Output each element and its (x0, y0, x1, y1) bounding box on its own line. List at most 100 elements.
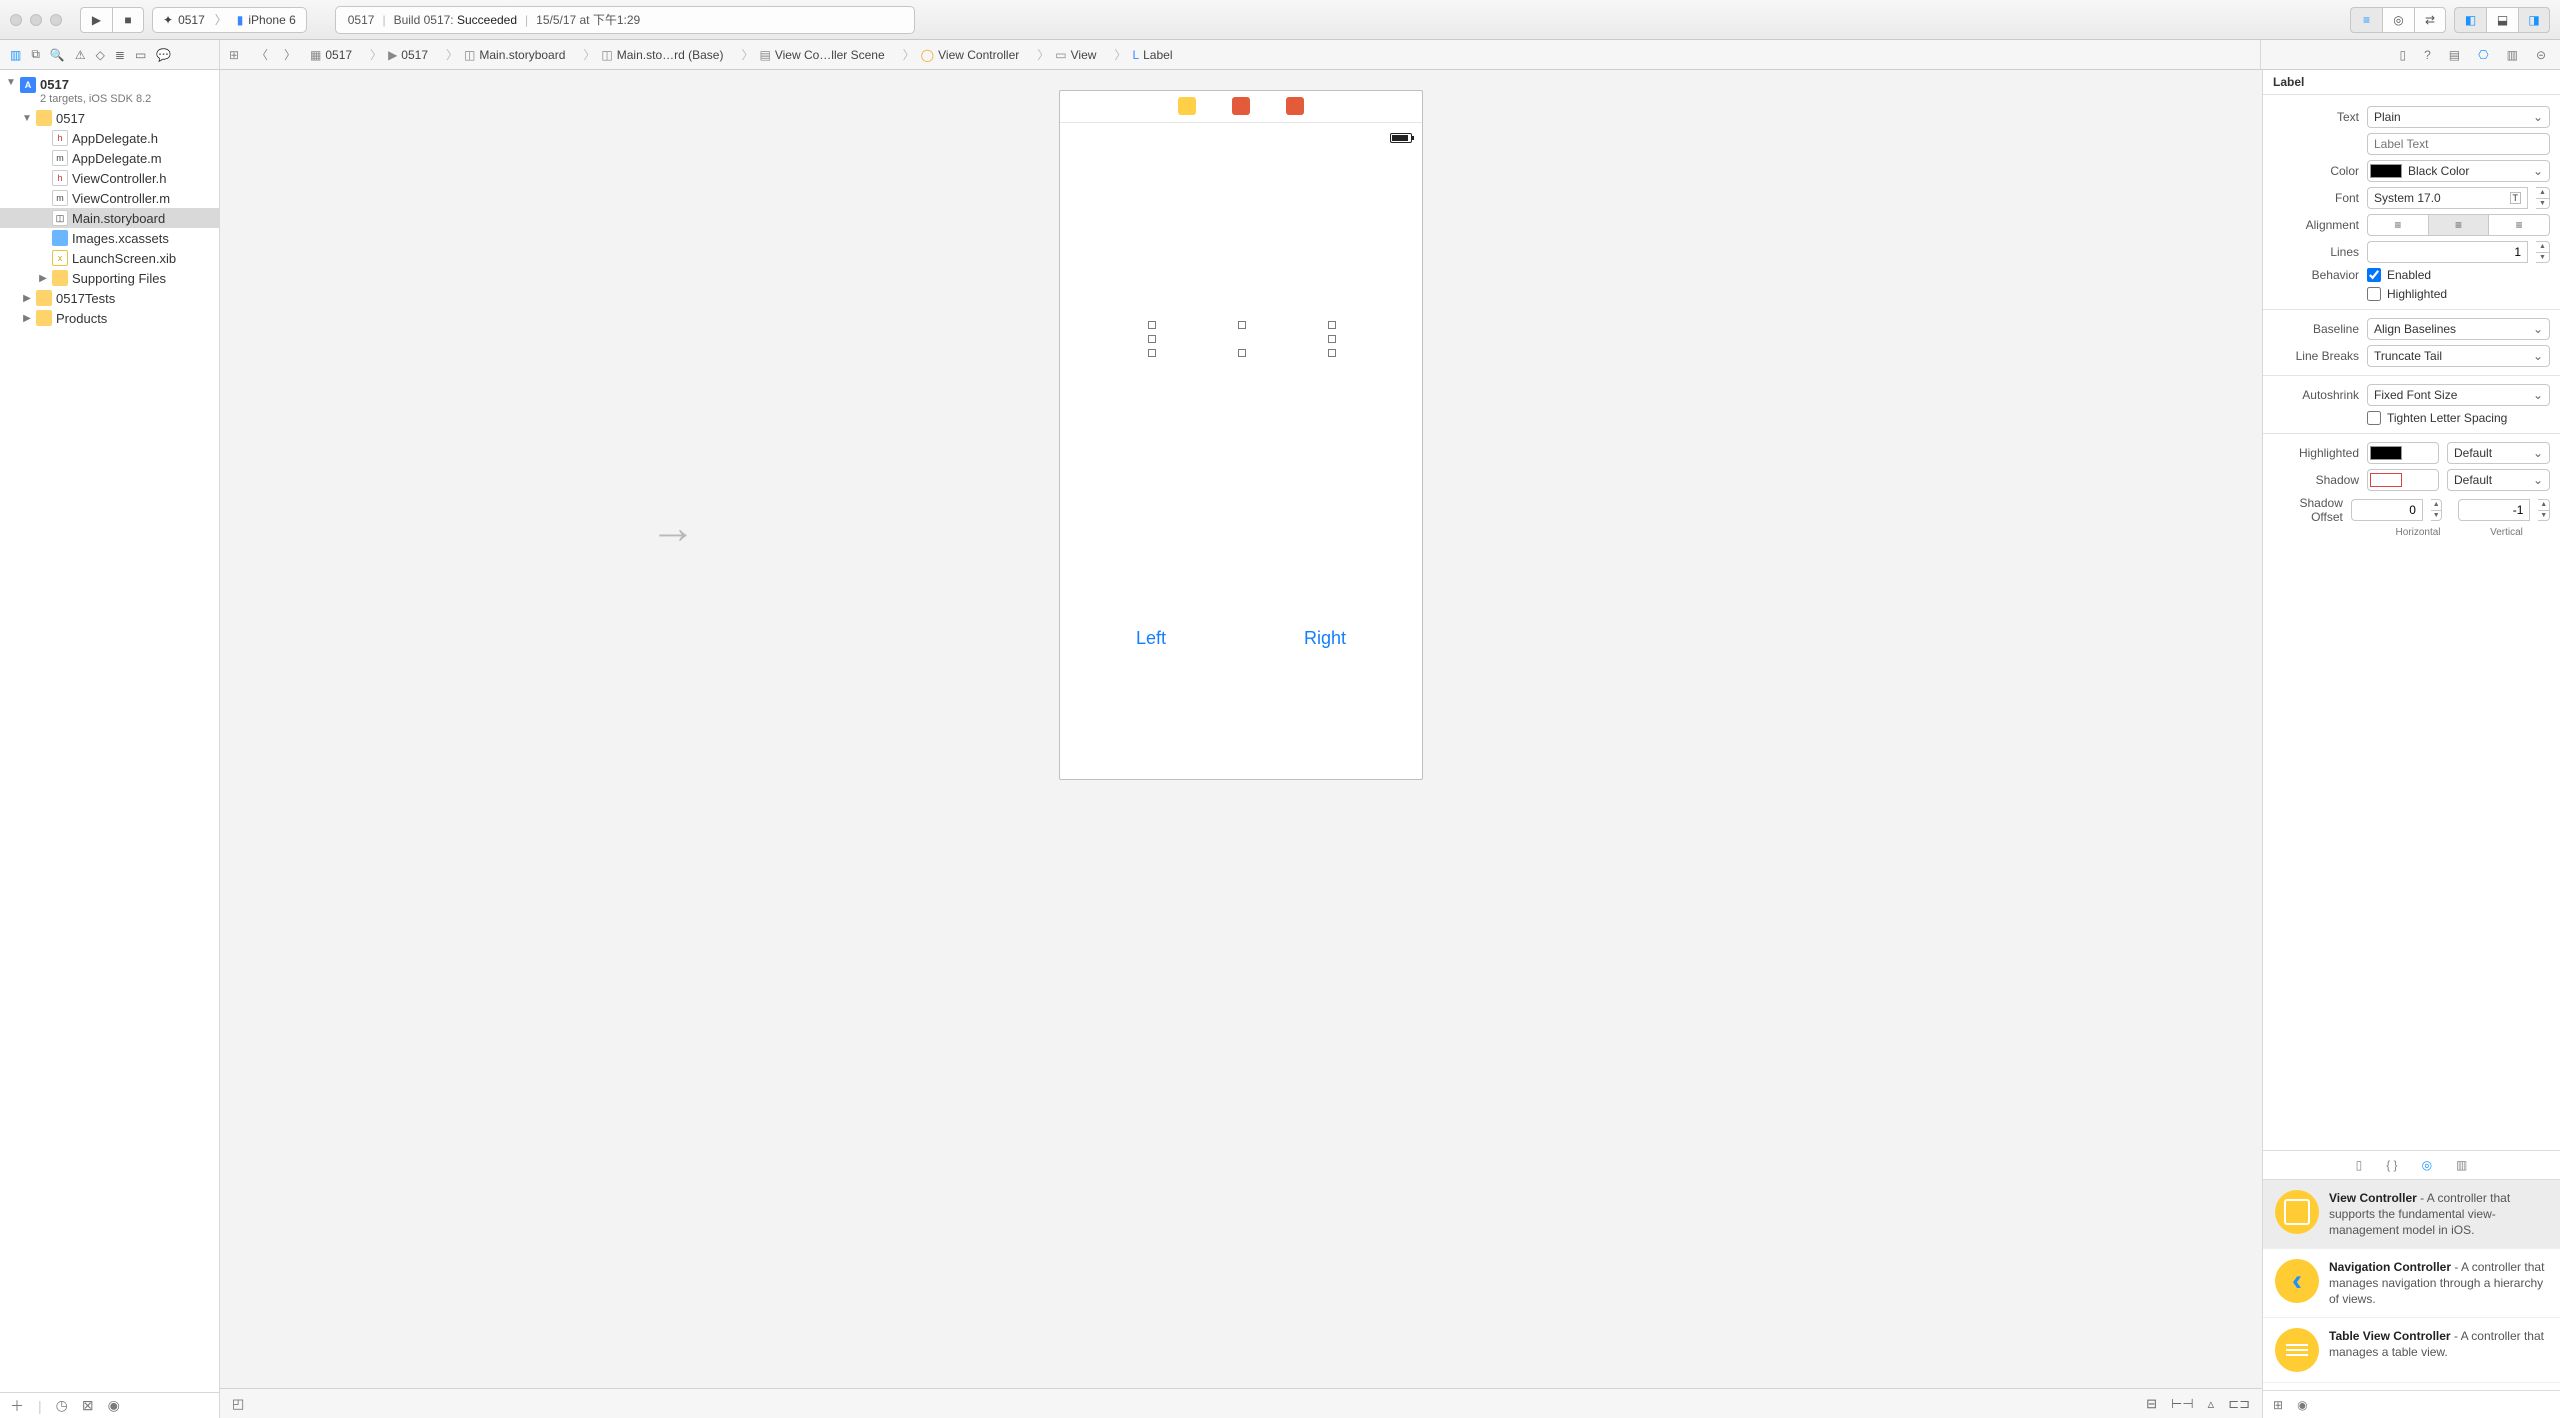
file-tree-row[interactable]: hAppDelegate.h (0, 128, 219, 148)
file-tree-row[interactable]: ▼0517 (0, 108, 219, 128)
storyboard-canvas[interactable]: → Left Right ◰ ⊟ ⊢⊣ ▵ ⊏ (220, 70, 2262, 1418)
align-icon[interactable]: ⊟ (2146, 1396, 2157, 1412)
shadow-v-stepper[interactable]: ▲▼ (2538, 499, 2550, 521)
toggle-navigator-button[interactable]: ◧ (2454, 7, 2486, 33)
debug-navigator-icon[interactable]: ≣ (115, 48, 125, 62)
baseline-select[interactable]: Align Baselines (2367, 318, 2550, 340)
disclosure-icon[interactable]: ▼ (22, 113, 32, 124)
text-color-select[interactable]: Black Color (2367, 160, 2550, 182)
file-tree-row[interactable]: mViewController.m (0, 188, 219, 208)
file-tree-row[interactable]: Images.xcassets (0, 228, 219, 248)
related-items-icon[interactable]: ⊞ (220, 40, 248, 69)
file-tree-row[interactable]: hViewController.h (0, 168, 219, 188)
report-navigator-icon[interactable]: 💬 (156, 48, 171, 62)
shadow-swatch[interactable] (2367, 469, 2439, 491)
identity-inspector-icon[interactable]: ▤ (2449, 48, 2460, 62)
resizing-icon[interactable]: ⊏⊐ (2228, 1396, 2250, 1412)
symbol-navigator-icon[interactable]: ⧉ (31, 47, 40, 62)
add-icon[interactable]: ＋ (10, 1396, 24, 1416)
back-button[interactable]: 〈 (248, 40, 276, 69)
breadcrumb-item[interactable]: 〉▭View (1025, 46, 1102, 63)
left-button[interactable]: Left (1136, 628, 1166, 649)
highlighted-checkbox[interactable]: Highlighted (2367, 287, 2447, 301)
align-right-icon[interactable]: ≡ (2489, 214, 2550, 236)
scheme-selector[interactable]: ✦0517 〉 ▮iPhone 6 (152, 7, 307, 33)
outline-toggle-icon[interactable]: ◰ (232, 1396, 244, 1412)
recent-icon[interactable]: ◷ (56, 1397, 68, 1414)
view-controller-icon[interactable] (1178, 97, 1196, 115)
shadow-h-stepper[interactable]: ▲▼ (2431, 499, 2443, 521)
filter-library-icon[interactable]: ◉ (2297, 1398, 2307, 1412)
alignment-segment[interactable]: ≡ ≡ ≡ (2367, 214, 2550, 236)
object-library-icon[interactable]: ◎ (2422, 1158, 2432, 1172)
disclosure-icon[interactable]: ▶ (38, 273, 48, 284)
shadow-offset-v-input[interactable] (2458, 499, 2530, 521)
scm-icon[interactable]: ⊠ (82, 1397, 94, 1414)
toggle-utilities-button[interactable]: ◨ (2518, 7, 2550, 33)
standard-editor-button[interactable]: ≡ (2350, 7, 2382, 33)
selected-label[interactable] (1107, 321, 1377, 357)
linebreaks-select[interactable]: Truncate Tail (2367, 345, 2550, 367)
enabled-checkbox[interactable]: Enabled (2367, 268, 2431, 282)
run-button[interactable]: ▶ (80, 7, 112, 33)
align-center-icon[interactable]: ≡ (2429, 214, 2490, 236)
autoshrink-select[interactable]: Fixed Font Size (2367, 384, 2550, 406)
disclosure-icon[interactable]: ▶ (22, 313, 32, 324)
minimize-window-icon[interactable] (30, 14, 42, 26)
file-tree-row[interactable]: xLaunchScreen.xib (0, 248, 219, 268)
breadcrumb-item[interactable]: 〉◫Main.sto…rd (Base) (571, 46, 729, 63)
media-library-icon[interactable]: ▥ (2456, 1158, 2467, 1172)
breadcrumb-item[interactable]: 〉◯View Controller (891, 46, 1026, 63)
file-template-library-icon[interactable]: ▯ (2356, 1158, 2363, 1172)
exit-icon[interactable] (1286, 97, 1304, 115)
file-tree-row[interactable]: ◫Main.storyboard (0, 208, 219, 228)
version-editor-button[interactable]: ⇄ (2414, 7, 2446, 33)
file-tree-row[interactable]: ▶Supporting Files (0, 268, 219, 288)
attributes-inspector-icon[interactable]: ⎔ (2478, 48, 2488, 62)
highlighted-swatch[interactable] (2367, 442, 2439, 464)
font-field[interactable]: System 17.0 T (2367, 187, 2528, 209)
file-tree-row[interactable]: mAppDelegate.m (0, 148, 219, 168)
resolve-issues-icon[interactable]: ▵ (2208, 1396, 2215, 1412)
disclosure-icon[interactable]: ▶ (22, 293, 32, 304)
find-navigator-icon[interactable]: 🔍 (50, 48, 65, 62)
align-left-icon[interactable]: ≡ (2367, 214, 2429, 236)
file-tree-row[interactable]: ▼A05172 targets, iOS SDK 8.2 (0, 74, 219, 108)
text-mode-select[interactable]: Plain (2367, 106, 2550, 128)
breakpoint-navigator-icon[interactable]: ▭ (135, 48, 146, 62)
shadow-color-select[interactable]: Default (2447, 469, 2550, 491)
issue-navigator-icon[interactable]: ⚠ (75, 48, 86, 62)
font-stepper[interactable]: ▲▼ (2536, 187, 2550, 209)
stop-button[interactable]: ■ (112, 7, 144, 33)
assistant-editor-button[interactable]: ◎ (2382, 7, 2414, 33)
grid-view-icon[interactable]: ⊞ (2273, 1398, 2283, 1412)
library-item[interactable]: View Controller - A controller that supp… (2263, 1180, 2560, 1249)
shadow-offset-h-input[interactable] (2351, 499, 2423, 521)
forward-button[interactable]: 〉 (276, 40, 304, 69)
test-navigator-icon[interactable]: ◇ (96, 48, 105, 62)
connections-inspector-icon[interactable]: ⊝ (2536, 48, 2546, 62)
disclosure-icon[interactable]: ▼ (6, 77, 16, 88)
breadcrumb-item[interactable]: 〉▶0517 (358, 46, 434, 63)
file-tree-row[interactable]: ▶Products (0, 308, 219, 328)
file-tree-row[interactable]: ▶0517Tests (0, 288, 219, 308)
size-inspector-icon[interactable]: ▥ (2507, 48, 2518, 62)
file-inspector-icon[interactable]: ▯ (2399, 48, 2406, 62)
font-picker-icon[interactable]: T (2510, 192, 2522, 204)
pin-icon[interactable]: ⊢⊣ (2171, 1396, 2194, 1412)
view-controller-scene[interactable]: Left Right (1059, 90, 1423, 780)
label-text-input[interactable] (2367, 133, 2550, 155)
tighten-checkbox[interactable]: Tighten Letter Spacing (2367, 411, 2507, 425)
highlighted-color-select[interactable]: Default (2447, 442, 2550, 464)
right-button[interactable]: Right (1304, 628, 1346, 649)
library-item[interactable]: Table View Controller - A controller tha… (2263, 1318, 2560, 1383)
breadcrumb-item[interactable]: ▦0517 (304, 48, 358, 62)
library-item[interactable]: Navigation Controller - A controller tha… (2263, 1249, 2560, 1318)
breadcrumb-item[interactable]: 〉◫Main.storyboard (434, 46, 571, 63)
close-window-icon[interactable] (10, 14, 22, 26)
breadcrumb-item[interactable]: 〉▤View Co…ller Scene (729, 46, 890, 63)
quick-help-icon[interactable]: ? (2424, 48, 2431, 62)
project-navigator-icon[interactable]: ▥ (10, 48, 21, 62)
breadcrumb-item[interactable]: 〉LLabel (1102, 46, 1178, 63)
filter-icon[interactable]: ◉ (108, 1397, 120, 1414)
